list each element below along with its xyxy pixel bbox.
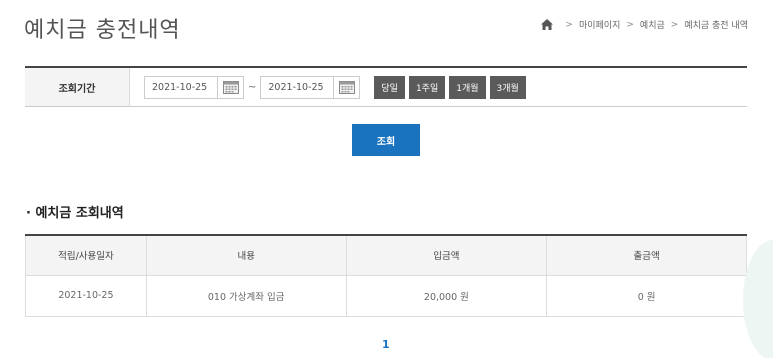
- search-period-filter: 조회기간 2021-10-25 ~ 2021-10-25 당일 1주일 1개월 …: [25, 66, 747, 107]
- cell-content: 010 가상계좌 입금: [146, 275, 347, 317]
- search-period-label: 조회기간: [25, 68, 130, 106]
- breadcrumb-separator: >: [626, 19, 634, 30]
- breadcrumb-separator: >: [670, 19, 679, 30]
- date-range-separator: ~: [248, 81, 257, 93]
- home-icon[interactable]: [541, 19, 554, 30]
- table-header-row: 적립/사용일자 내용 입금액 출금액: [25, 234, 747, 276]
- start-calendar-icon[interactable]: [218, 75, 244, 99]
- quick-button-today[interactable]: 당일: [374, 75, 405, 99]
- quick-button-3months[interactable]: 3개월: [489, 75, 526, 99]
- cell-deposit: 20,000 원: [346, 275, 548, 317]
- breadcrumb: > 마이페이지 > 예치금 > 예치금 충전 내역: [541, 18, 748, 31]
- decorative-circle: [743, 240, 773, 358]
- column-header-date: 적립/사용일자: [25, 234, 147, 276]
- breadcrumb-separator: >: [565, 19, 573, 30]
- cell-withdrawal: 0 원: [546, 275, 747, 317]
- breadcrumb-item-deposit-history: 예치금 충전 내역: [684, 21, 748, 31]
- pagination-current-page[interactable]: 1: [382, 338, 390, 351]
- breadcrumb-item-mypage[interactable]: 마이페이지: [579, 18, 620, 31]
- column-header-withdrawal: 출금액: [546, 234, 747, 276]
- start-date-input[interactable]: 2021-10-25: [144, 75, 218, 99]
- cell-date: 2021-10-25: [25, 275, 147, 317]
- deposit-history-table: 적립/사용일자 내용 입금액 출금액 2021-10-25 010 가상계좌 입…: [25, 234, 747, 317]
- date-range-fields: 2021-10-25 ~ 2021-10-25 당일 1주일 1개월 3개월: [130, 75, 526, 99]
- section-title: · 예치금 조회내역: [26, 206, 124, 221]
- end-calendar-icon[interactable]: [334, 75, 361, 99]
- column-header-deposit: 입금액: [346, 234, 548, 276]
- column-header-content: 내용: [146, 234, 347, 276]
- table-row: 2021-10-25 010 가상계좌 입금 20,000 원 0 원: [25, 275, 747, 317]
- breadcrumb-item-deposit[interactable]: 예치금: [640, 18, 665, 31]
- end-date-input[interactable]: 2021-10-25: [260, 75, 335, 99]
- quick-button-1week[interactable]: 1주일: [408, 75, 446, 99]
- search-button[interactable]: 조회: [352, 124, 420, 156]
- quick-period-buttons: 당일 1주일 1개월 3개월: [374, 75, 526, 99]
- quick-button-1month[interactable]: 1개월: [449, 75, 486, 99]
- page-title: 예치금 충전내역: [24, 18, 181, 43]
